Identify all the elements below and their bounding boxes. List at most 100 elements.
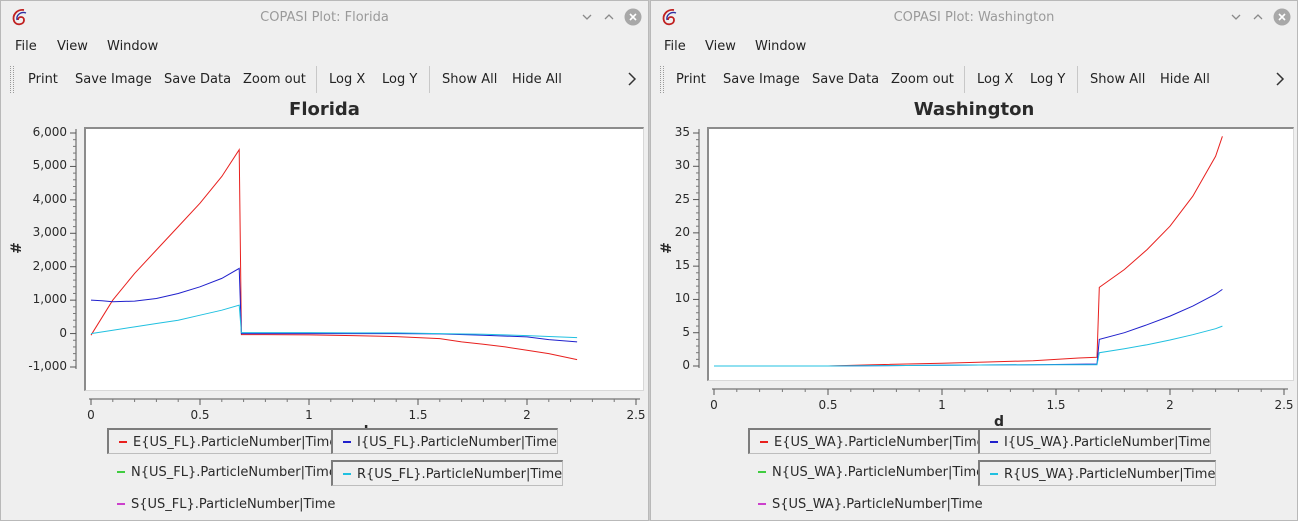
x-tick-label: 2 [523,408,531,422]
toolbar-separator [429,66,430,93]
x-tick-label: 0.5 [818,398,838,412]
log-y-button[interactable]: Log Y [382,72,417,87]
hide-all-button[interactable]: Hide All [512,72,562,87]
legend-swatch [758,470,766,473]
legend-item[interactable]: E{US_WA}.ParticleNumber|Time [748,428,986,454]
y-tick-label: 10 [674,291,690,306]
y-axis-label: # [8,242,25,254]
close-icon[interactable] [1273,8,1291,26]
plot-canvas[interactable] [707,127,1294,381]
menu-view[interactable]: View [705,39,736,54]
legend-swatch [119,440,127,443]
window-title: COPASI Plot: Washington [893,10,1055,25]
save-data-button[interactable]: Save Data [812,72,879,87]
save-image-button[interactable]: Save Image [75,72,152,87]
legend-item[interactable]: S{US_WA}.ParticleNumber|Time [748,492,983,518]
plot-window-washington[interactable]: COPASI Plot: Washington File View Window… [650,0,1298,521]
legend-item[interactable]: R{US_WA}.ParticleNumber|Time [978,460,1217,486]
legend-swatch [990,472,998,475]
toolbar-separator [316,66,317,93]
toolbar-grip[interactable] [660,66,664,93]
legend-item[interactable]: I{US_FL}.ParticleNumber|Time [331,428,558,454]
menu-file[interactable]: File [15,39,37,54]
window-title: COPASI Plot: Florida [260,10,389,25]
legend-swatch [990,440,998,443]
title-bar[interactable]: COPASI Plot: Washington [651,1,1297,33]
y-tick-label: 6,000 [32,125,67,139]
legend-item[interactable]: N{US_WA}.ParticleNumber|Time [748,460,984,486]
zoom-out-button[interactable]: Zoom out [891,72,954,87]
toolbar-grip[interactable] [10,66,14,93]
legend-label: S{US_FL}.ParticleNumber|Time [131,497,336,512]
legend-label: E{US_FL}.ParticleNumber|Time [133,435,338,450]
maximize-icon[interactable] [1249,8,1267,26]
chevron-right-icon[interactable] [1274,71,1286,87]
y-tick-label: 3,000 [32,225,67,240]
minimize-icon[interactable] [1227,8,1245,26]
legend-swatch [117,470,125,473]
legend-swatch [758,502,766,505]
plot-title: Florida [289,99,360,120]
legend-item[interactable]: I{US_WA}.ParticleNumber|Time [978,428,1212,454]
y-tick-label: 15 [674,258,690,273]
y-tick-label: 1,000 [32,292,67,307]
minimize-icon[interactable] [578,8,596,26]
y-tick-label: 4,000 [32,191,67,206]
legend-item[interactable]: R{US_FL}.ParticleNumber|Time [331,460,564,486]
x-tick-label: 1.5 [408,408,428,422]
print-button[interactable]: Print [676,72,706,87]
legend-item[interactable]: N{US_FL}.ParticleNumber|Time [107,460,337,486]
legend-label: N{US_WA}.ParticleNumber|Time [772,465,985,480]
y-tick-label: 5,000 [32,158,67,173]
legend-swatch [343,472,351,475]
x-tick-label: 0.5 [190,408,210,422]
save-data-button[interactable]: Save Data [164,72,231,87]
x-tick-label: 2.5 [626,408,646,422]
menu-view[interactable]: View [57,39,88,54]
toolbar: Print Save Image Save Data Zoom out Log … [651,63,1297,95]
chevron-right-icon[interactable] [626,71,638,87]
menu-window[interactable]: Window [755,39,806,54]
plot-window-florida[interactable]: COPASI Plot: Florida File View Window Pr… [0,0,649,521]
x-tick-label: 1 [305,408,313,422]
print-button[interactable]: Print [28,72,58,87]
legend-label: S{US_WA}.ParticleNumber|Time [772,497,983,512]
menu-bar: File View Window [1,35,648,59]
x-tick-label: 1.5 [1046,398,1066,412]
legend-item[interactable]: E{US_FL}.ParticleNumber|Time [107,428,339,454]
menu-bar: File View Window [651,35,1297,59]
x-tick-label: 1 [938,398,946,412]
show-all-button[interactable]: Show All [442,72,497,87]
legend-label: E{US_WA}.ParticleNumber|Time [774,435,985,450]
legend-label: R{US_FL}.ParticleNumber|Time [357,467,563,482]
legend-label: I{US_WA}.ParticleNumber|Time [1004,435,1211,450]
zoom-out-button[interactable]: Zoom out [243,72,306,87]
menu-file[interactable]: File [664,39,686,54]
maximize-icon[interactable] [600,8,618,26]
log-y-button[interactable]: Log Y [1030,72,1065,87]
y-tick-label: 0 [682,358,690,372]
legend-swatch [117,502,125,505]
toolbar-separator [964,66,965,93]
legend-swatch [343,440,351,443]
save-image-button[interactable]: Save Image [723,72,800,87]
toolbar-separator [1077,66,1078,93]
legend-item[interactable]: S{US_FL}.ParticleNumber|Time [107,492,335,518]
menu-window[interactable]: Window [107,39,158,54]
plot-title: Washington [913,99,1035,120]
log-x-button[interactable]: Log X [977,72,1013,87]
y-tick-label: 35 [674,125,690,139]
x-tick-label: 0 [87,408,95,422]
y-tick-label: 30 [674,158,690,173]
title-bar[interactable]: COPASI Plot: Florida [1,1,648,33]
log-x-button[interactable]: Log X [329,72,365,87]
x-tick-label: 2.5 [1274,398,1294,412]
y-tick-label: 25 [674,191,690,206]
hide-all-button[interactable]: Hide All [1160,72,1210,87]
y-tick-label: 5 [682,324,690,339]
close-icon[interactable] [624,8,642,26]
show-all-button[interactable]: Show All [1090,72,1145,87]
y-tick-label: 20 [674,224,690,239]
plot-canvas[interactable] [84,127,644,391]
y-tick-label: -1,000 [28,359,67,373]
